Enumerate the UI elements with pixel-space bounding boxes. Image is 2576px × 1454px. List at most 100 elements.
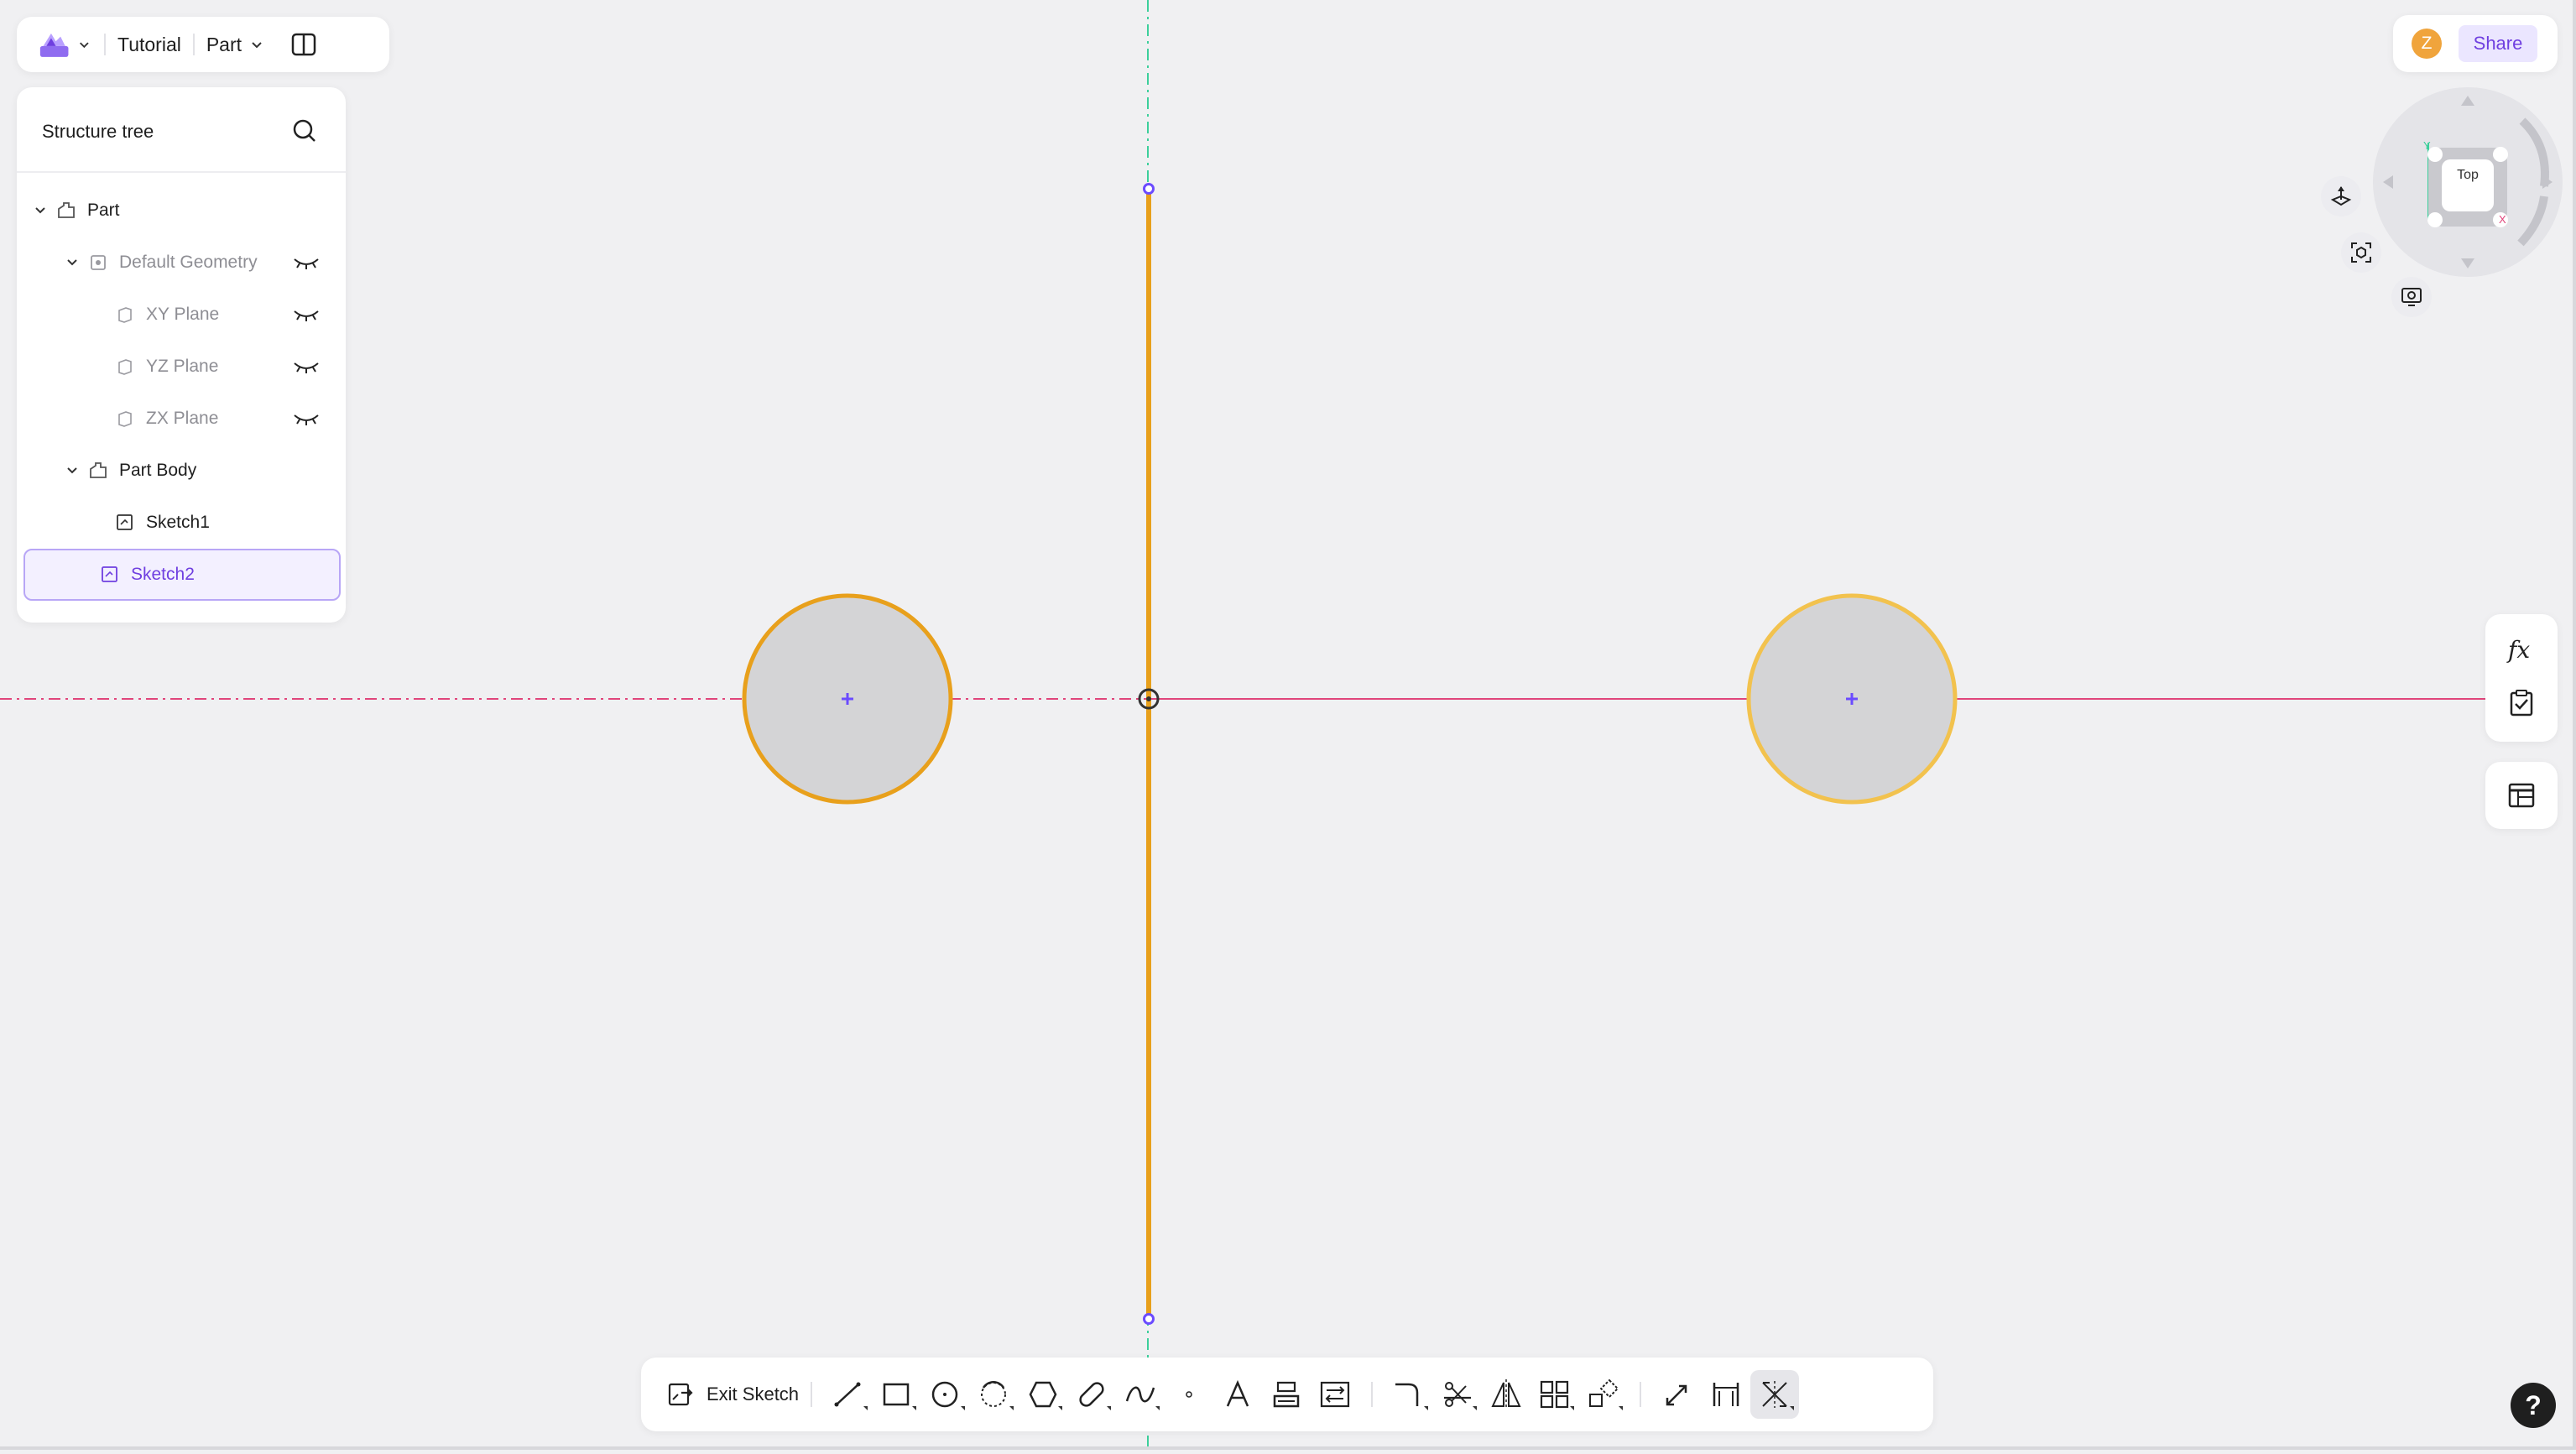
auto-constraint-tool[interactable] — [1750, 1370, 1800, 1419]
structure-tree-panel: Structure tree Part Default Geometry XY … — [17, 87, 346, 623]
mirror-tool[interactable] — [1482, 1370, 1530, 1419]
plane-icon — [114, 356, 136, 378]
hidden-eye-icon[interactable] — [292, 357, 321, 376]
origin-dot — [1146, 696, 1151, 701]
point-tool[interactable] — [1165, 1370, 1213, 1419]
rectangle-tool[interactable] — [873, 1370, 921, 1419]
clipboard-check-icon — [2510, 690, 2533, 717]
rectangle-icon — [883, 1383, 910, 1406]
tree-item-label: Sketch1 — [146, 513, 210, 532]
tree-item-label: Default Geometry — [119, 253, 258, 272]
arrow-down-icon[interactable] — [2461, 258, 2474, 268]
transform-tool[interactable] — [1579, 1370, 1628, 1419]
tree-item-xy-plane[interactable]: XY Plane — [23, 290, 339, 339]
text-icon — [1226, 1379, 1249, 1407]
tree-item-yz-plane[interactable]: YZ Plane — [23, 342, 339, 391]
circle-tool[interactable] — [921, 1370, 970, 1419]
view-navigator[interactable]: Top Y X — [2373, 87, 2563, 277]
top-bar: Tutorial Part — [17, 17, 389, 72]
formula-button[interactable]: fx — [2501, 629, 2542, 670]
chevron-down-icon[interactable] — [64, 462, 81, 479]
dimension-tool[interactable] — [1653, 1370, 1702, 1419]
constraint-icon — [1713, 1383, 1739, 1406]
exit-sketch-button[interactable]: Exit Sketch — [666, 1369, 799, 1420]
tree-item-label: XY Plane — [146, 305, 220, 324]
part-menu-button[interactable]: Part — [206, 34, 265, 56]
sketch-icon — [99, 564, 121, 586]
trim-tool[interactable] — [1433, 1370, 1482, 1419]
plane-icon — [114, 408, 136, 430]
axis-x-label: X — [2499, 213, 2506, 226]
spline-icon — [1125, 1386, 1155, 1403]
tree-item-part[interactable]: Part — [23, 186, 339, 235]
transform-icon — [1589, 1378, 1619, 1407]
axis-y-label: Y — [2423, 139, 2431, 152]
zoom-fit-icon — [2351, 242, 2371, 263]
rotate-arc-icon[interactable] — [2519, 117, 2549, 187]
body-icon — [87, 460, 109, 482]
app-menu-button[interactable] — [39, 27, 92, 62]
convert-tool[interactable] — [1311, 1370, 1359, 1419]
line-tool[interactable] — [824, 1370, 873, 1419]
project-tool[interactable] — [1262, 1370, 1311, 1419]
project-icon — [1273, 1381, 1300, 1408]
tree-item-sketch1[interactable]: Sketch1 — [23, 498, 339, 547]
right-tools-panel-2 — [2485, 762, 2558, 829]
line-end-point[interactable] — [1143, 1313, 1155, 1325]
arrow-up-icon[interactable] — [2461, 96, 2474, 106]
tree-item-label: Part — [87, 201, 120, 220]
table-button[interactable] — [2501, 775, 2542, 816]
tree-item-label: YZ Plane — [146, 357, 219, 376]
part-menu-label: Part — [206, 33, 242, 55]
tree-item-sketch2[interactable]: Sketch2 — [23, 549, 341, 601]
divider — [1371, 1382, 1374, 1407]
hidden-eye-icon[interactable] — [292, 253, 321, 272]
geometry-icon — [87, 252, 109, 274]
display-mode-button[interactable] — [2391, 277, 2432, 317]
divider — [192, 34, 195, 55]
divider — [104, 34, 106, 55]
line-icon — [834, 1382, 861, 1407]
arc-tool[interactable] — [970, 1370, 1019, 1419]
arrow-left-icon[interactable] — [2383, 175, 2393, 189]
sketch-viewport[interactable] — [0, 0, 2576, 1450]
pattern-tool[interactable] — [1530, 1370, 1579, 1419]
fillet-tool[interactable] — [1384, 1370, 1433, 1419]
rotate-arc-icon[interactable] — [2517, 195, 2548, 247]
fit-view-button[interactable] — [2341, 232, 2381, 273]
slot-tool[interactable] — [1067, 1370, 1116, 1419]
checklist-button[interactable] — [2501, 683, 2542, 723]
divider — [811, 1382, 813, 1407]
hidden-eye-icon[interactable] — [292, 409, 321, 428]
function-icon: fx — [2506, 636, 2530, 664]
spline-tool[interactable] — [1116, 1370, 1165, 1419]
chevron-down-icon[interactable] — [64, 254, 81, 271]
exit-sketch-label: Exit Sketch — [707, 1384, 800, 1404]
polygon-tool[interactable] — [1019, 1370, 1067, 1419]
tree-item-default-geometry[interactable]: Default Geometry — [23, 238, 339, 287]
search-icon[interactable] — [291, 117, 318, 144]
point-icon — [1186, 1391, 1192, 1398]
sketch-icon — [114, 512, 136, 534]
constraint-tool[interactable] — [1702, 1370, 1750, 1419]
help-button[interactable]: ? — [2511, 1383, 2556, 1428]
chevron-down-icon — [80, 42, 89, 49]
toggle-panel-button[interactable] — [289, 29, 319, 60]
sketch-canvas[interactable] — [0, 0, 2576, 1450]
document-title[interactable]: Tutorial — [117, 34, 181, 56]
avatar[interactable]: Z — [2412, 29, 2442, 59]
hidden-eye-icon[interactable] — [292, 305, 321, 324]
share-button[interactable]: Share — [2459, 25, 2537, 62]
part-icon — [55, 200, 77, 221]
structure-tree-header: Structure tree — [17, 87, 346, 173]
polygon-icon — [1029, 1381, 1057, 1408]
account-panel: Z Share — [2393, 15, 2558, 72]
sketch-toolbar: Exit Sketch — [641, 1358, 1933, 1431]
line-start-point[interactable] — [1143, 183, 1155, 195]
tree-item-zx-plane[interactable]: ZX Plane — [23, 394, 339, 443]
view-normal-button[interactable] — [2321, 176, 2361, 216]
tree-item-part-body[interactable]: Part Body — [23, 446, 339, 495]
text-tool[interactable] — [1213, 1370, 1262, 1419]
chevron-down-icon[interactable] — [32, 202, 49, 219]
app-logo-icon — [39, 33, 69, 57]
